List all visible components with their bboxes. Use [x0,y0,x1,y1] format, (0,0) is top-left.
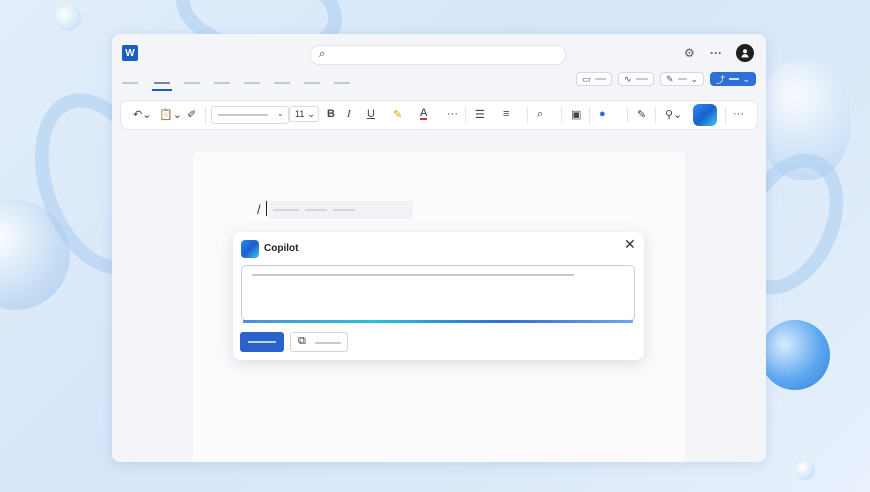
tab-references[interactable] [244,82,260,84]
tab-help[interactable] [334,82,350,84]
overflow-icon[interactable]: ··· [733,108,744,120]
find-icon[interactable]: ⌕ [537,108,543,121]
close-icon[interactable]: ✕ [624,236,636,253]
slash-command: / [257,202,261,217]
person-icon [741,49,749,58]
tab-active-indicator [152,89,172,91]
undo-icon[interactable]: ↶⌄ [133,108,151,121]
divider [205,107,206,123]
gear-icon[interactable]: ⚙ [684,46,695,60]
microphone-icon[interactable]: ● [599,108,606,120]
search-icon: ⌕ [319,48,326,60]
share-icon: ⤴ [716,74,726,85]
divider [627,107,628,123]
ghost-text-line [269,201,413,219]
copilot-icon [241,240,259,258]
decorative-bubble [795,460,815,480]
editor-icon[interactable]: ✎ [637,108,646,121]
activity-icon: ∿ [624,73,632,84]
font-family-select[interactable]: ⌄ [211,106,289,124]
prompt-focus-bar [243,320,633,323]
format-painter-icon[interactable]: ✐ [187,108,196,121]
tab-view[interactable] [304,82,320,84]
copilot-dialog: Copilot ✕ ⧉ [233,232,644,360]
decorative-bubble [760,320,830,390]
divider [655,107,656,123]
align-icon[interactable]: ≡ [503,108,509,120]
generate-button[interactable] [240,332,284,352]
chevron-down-icon: ⌄ [742,73,750,84]
chevron-down-icon: ⌄ [276,108,284,118]
italic-button[interactable]: I [347,108,351,120]
copilot-title: Copilot [264,243,299,254]
tab-layout[interactable] [214,82,230,84]
designer-icon[interactable]: ⚲⌄ [665,108,682,121]
track-changes-button[interactable]: ∿ [618,72,654,86]
text-cursor [266,201,267,216]
font-size-value: 11 [295,109,305,119]
chevron-down-icon: ⌄ [690,73,698,84]
decorative-bubble [55,5,81,31]
more-formatting-icon[interactable]: ··· [447,108,458,120]
comments-button[interactable]: ▭ [576,72,612,86]
divider [527,107,528,123]
document-icon: ⧉ [298,335,306,347]
title-bar: W ⌕ ⚙ ··· [112,34,766,72]
reference-file-button[interactable]: ⧉ [290,332,348,352]
word-logo[interactable]: W [122,45,138,61]
copilot-icon[interactable] [693,104,717,126]
tab-home[interactable] [154,82,170,84]
divider [561,107,562,123]
divider [589,107,590,123]
more-icon[interactable]: ··· [710,46,722,60]
tab-review[interactable] [274,82,290,84]
tab-file[interactable] [122,82,138,84]
paste-icon[interactable]: 📋⌄ [159,108,182,121]
prompt-input[interactable] [241,265,635,321]
ribbon-toolbar: ↶⌄ 📋⌄ ✐ ⌄ 11 ⌄ B I U ✎ A ··· ☰ ≡ ⌕ ▣ ● ✎ … [120,100,758,130]
editing-mode-button[interactable]: ✎ ⌄ [660,72,704,86]
styles-icon[interactable]: ▣ [571,108,581,121]
tab-insert[interactable] [184,82,200,84]
underline-button[interactable]: U [367,108,375,120]
comment-icon: ▭ [582,73,591,84]
font-color-button[interactable]: A [420,108,428,120]
divider [465,107,466,123]
bullet-list-icon[interactable]: ☰ [475,108,485,121]
chevron-down-icon: ⌄ [307,108,315,119]
bold-button[interactable]: B [327,108,335,120]
share-button[interactable]: ⤴ ⌄ [710,72,756,86]
divider [725,107,726,123]
highlight-icon[interactable]: ✎ [393,108,402,121]
pencil-icon: ✎ [666,73,674,84]
font-size-select[interactable]: 11 ⌄ [289,106,319,122]
search-input[interactable]: ⌕ [310,45,566,65]
avatar[interactable] [736,44,754,62]
